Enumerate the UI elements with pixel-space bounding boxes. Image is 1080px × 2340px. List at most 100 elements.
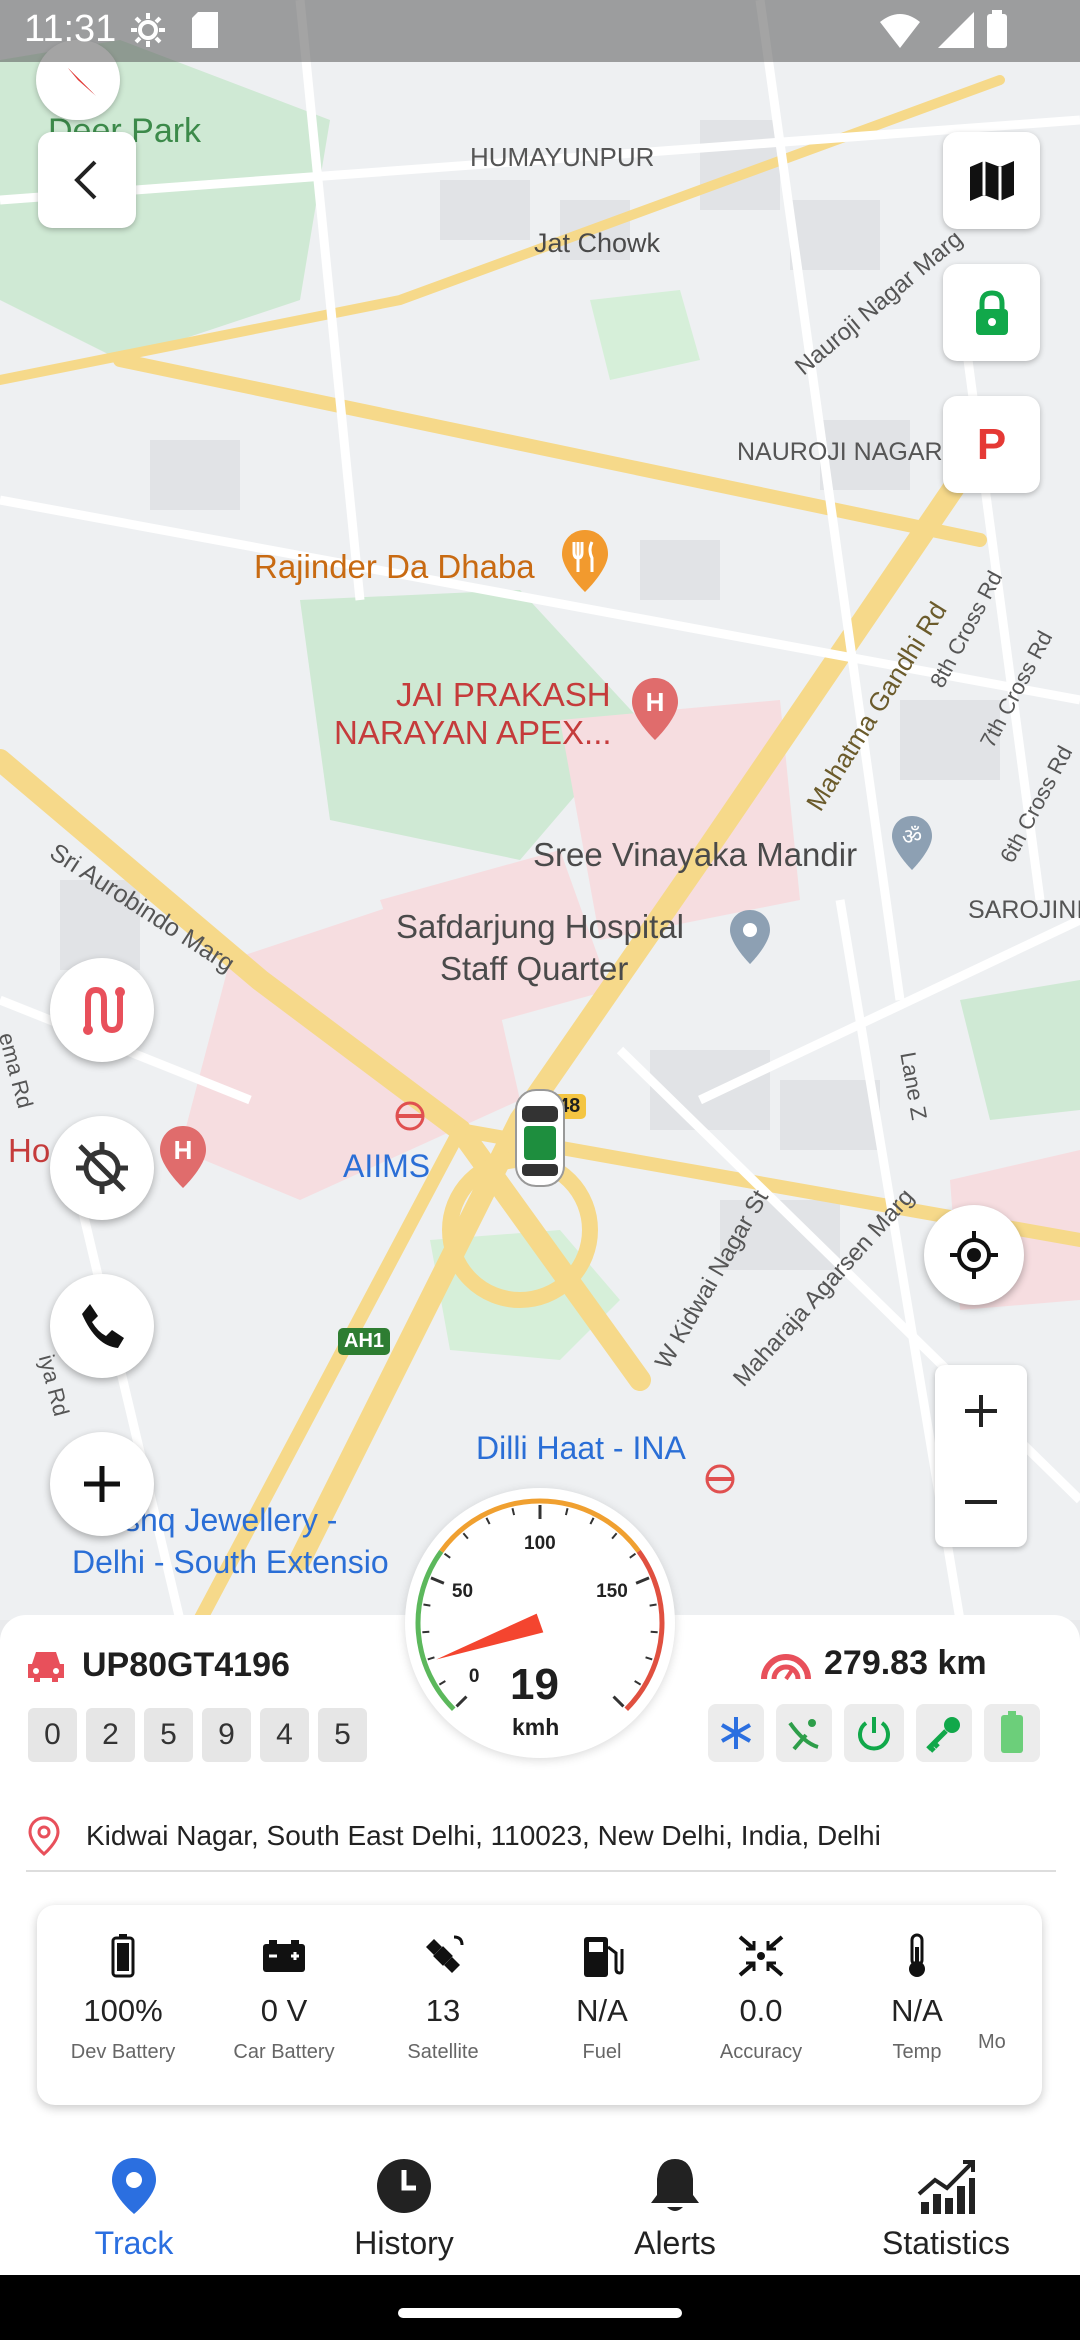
- add-button[interactable]: [50, 1432, 154, 1536]
- my-location-button[interactable]: [924, 1205, 1024, 1305]
- cell-signal-icon: [938, 12, 974, 48]
- home-gesture-handle[interactable]: [398, 2308, 682, 2318]
- gauge-tick-mark: [650, 1630, 658, 1634]
- nav-statistics[interactable]: Statistics: [846, 2155, 1046, 2262]
- temple-pin-icon: ॐ: [890, 814, 934, 877]
- map-label-jewellery-2: Delhi - South Extensio: [72, 1544, 389, 1580]
- ignition-status[interactable]: [844, 1704, 904, 1762]
- gauge-needle: [436, 1613, 544, 1660]
- status-bar: 11:31: [0, 0, 1080, 62]
- map-label-dilli-haat: Dilli Haat - INA: [476, 1430, 686, 1466]
- gps-status[interactable]: [776, 1704, 832, 1762]
- distance-readout: 279.83 km: [760, 1644, 987, 1683]
- map-label-aiims: AIIMS: [343, 1148, 431, 1184]
- key-status[interactable]: [916, 1704, 972, 1762]
- nav-alerts[interactable]: Alerts: [575, 2155, 775, 2262]
- stat-value: 100%: [83, 1993, 163, 2028]
- location-pin-icon: [28, 1816, 60, 1856]
- stat-fuel: N/A Fuel: [523, 1931, 681, 2064]
- gauge-tick-mark: [511, 1508, 516, 1516]
- map-label-jai-prakash-1: JAI PRAKASH: [396, 676, 611, 713]
- stat-label: Mo: [978, 2031, 1006, 2053]
- route-ah1-shield: AH1: [338, 1328, 391, 1355]
- battery-status[interactable]: [984, 1704, 1040, 1762]
- gauge-tick-mark: [649, 1603, 657, 1607]
- lock-button[interactable]: [943, 264, 1040, 361]
- vehicle-marker-icon[interactable]: [510, 1086, 570, 1195]
- svg-text:ॐ: ॐ: [902, 825, 922, 850]
- odometer: 0 2 5 9 4 5: [28, 1708, 367, 1762]
- gauge-tick-0: 0: [468, 1666, 480, 1688]
- map-view[interactable]: Deer Park HUMAYUNPUR Jat Chowk Nauroji N…: [0, 0, 1080, 1620]
- map-label-nauroji-nagar: NAUROJI NAGAR: [737, 438, 943, 466]
- stat-label: Accuracy: [719, 2041, 803, 2063]
- nav-history[interactable]: History: [304, 2155, 504, 2262]
- plus-icon: [84, 1466, 120, 1502]
- gauge-arc: [624, 1549, 665, 1712]
- odometer-digit: 5: [144, 1708, 193, 1762]
- stat-dev-battery: 100% Dev Battery: [44, 1931, 202, 2064]
- minus-icon: [965, 1499, 997, 1504]
- zoom-out-button[interactable]: [935, 1456, 1027, 1547]
- zoom-in-button[interactable]: [935, 1365, 1027, 1456]
- lock-icon: [975, 289, 1008, 335]
- map-type-button[interactable]: [943, 132, 1040, 229]
- nav-track[interactable]: Track: [34, 2155, 234, 2262]
- nav-track-label: Track: [94, 2225, 174, 2261]
- gauge-tick-mark: [423, 1603, 431, 1607]
- hospital-pin-icon-2: H: [158, 1124, 208, 1195]
- stats-card[interactable]: 100% Dev Battery 0 V Car Battery 13 Sate…: [37, 1905, 1042, 2105]
- gps-off-button[interactable]: [50, 1116, 154, 1220]
- call-button[interactable]: [50, 1274, 154, 1378]
- power-icon: [858, 1717, 890, 1751]
- parking-button[interactable]: P: [943, 396, 1040, 493]
- crosshair-icon: [950, 1231, 998, 1279]
- map-label-humayunpur: HUMAYUNPUR: [470, 142, 655, 172]
- gauge-tick-100: 100: [524, 1533, 556, 1554]
- speedometer-gauge: 0 50 100 150 19 kmh: [405, 1488, 675, 1758]
- route-button[interactable]: [50, 958, 154, 1062]
- svg-text:H: H: [646, 687, 665, 717]
- odometer-digit: 9: [202, 1708, 251, 1762]
- settings-gear-icon: [131, 13, 165, 47]
- svg-text:H: H: [174, 1135, 193, 1165]
- address-text: Kidwai Nagar, South East Delhi, 110023, …: [86, 1820, 881, 1851]
- gauge-tick-mark: [589, 1517, 595, 1525]
- back-button[interactable]: [38, 132, 136, 228]
- fuel-pump-icon: [584, 1937, 624, 1977]
- route-icon: [83, 986, 125, 1035]
- thermometer-icon: [909, 1933, 925, 1977]
- stat-value: N/A: [576, 1993, 628, 2028]
- metro-icon: [394, 1100, 426, 1137]
- gauge-tick-mark: [438, 1680, 446, 1686]
- map-label-jat-chowk: Jat Chowk: [534, 228, 661, 258]
- plus-icon: [965, 1394, 997, 1427]
- chart-icon: [917, 2160, 975, 2214]
- snowflake-icon: [721, 1717, 751, 1749]
- map-label-ho: Ho: [8, 1132, 51, 1169]
- gauge-tick-mark: [485, 1517, 491, 1525]
- metro-icon-2: [704, 1463, 736, 1500]
- clock-icon: [377, 2159, 431, 2213]
- restaurant-pin-icon: [560, 528, 610, 599]
- stat-satellite: 13 Satellite: [364, 1931, 522, 2064]
- odometer-digit: 4: [260, 1708, 309, 1762]
- gauge-tick-mark: [430, 1576, 445, 1585]
- stat-value: 0.0: [739, 1993, 783, 2028]
- stat-label: Dev Battery: [70, 2041, 176, 2063]
- stat-accuracy: 0.0 Accuracy: [682, 1931, 840, 2064]
- gauge-tick-150: 150: [596, 1581, 628, 1603]
- gauge-tick-mark: [634, 1680, 642, 1686]
- map-label-jewellery-1: shq Jewellery -: [124, 1502, 338, 1538]
- accuracy-arrows-icon: [738, 1935, 784, 1977]
- ac-status[interactable]: [708, 1704, 764, 1762]
- nav-alerts-label: Alerts: [634, 2225, 716, 2261]
- key-icon: [926, 1717, 960, 1753]
- nav-history-label: History: [354, 2225, 454, 2261]
- gauge-tick-50: 50: [451, 1581, 474, 1603]
- chevron-left-icon: [74, 160, 97, 200]
- parking-p-label: P: [976, 419, 1007, 469]
- gauge-tick-mark: [564, 1508, 569, 1516]
- stat-car-battery: 0 V Car Battery: [205, 1931, 363, 2064]
- nav-statistics-label: Statistics: [881, 2225, 1011, 2261]
